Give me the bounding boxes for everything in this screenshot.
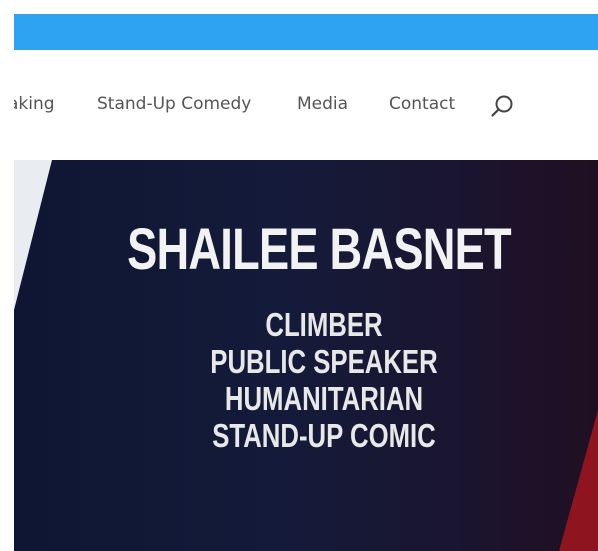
hero-role-humanitarian: HUMANITARIAN [224, 380, 424, 417]
top-bar [14, 14, 598, 50]
hero-role-public-speaker: PUBLIC SPEAKER [210, 343, 438, 380]
nav-item-contact[interactable]: Contact [389, 94, 455, 114]
hero-role-stand-up-comic: STAND-UP COMIC [212, 417, 436, 454]
search-icon[interactable] [488, 92, 516, 120]
nav-item-stand-up-comedy[interactable]: Stand-Up Comedy [97, 94, 251, 114]
nav-item-media[interactable]: Media [297, 94, 348, 114]
hero-banner: SHAILEE BASNET CLIMBER PUBLIC SPEAKER HU… [14, 160, 598, 551]
nav-item-speaking[interactable]: aking [14, 94, 55, 114]
hero-title: SHAILEE BASNET [127, 217, 512, 282]
hero-role-climber: CLIMBER [265, 306, 383, 343]
main-navigation: aking Stand-Up Comedy Media Contact [14, 50, 598, 160]
hero-roles: CLIMBER PUBLIC SPEAKER HUMANITARIAN STAN… [14, 306, 598, 454]
